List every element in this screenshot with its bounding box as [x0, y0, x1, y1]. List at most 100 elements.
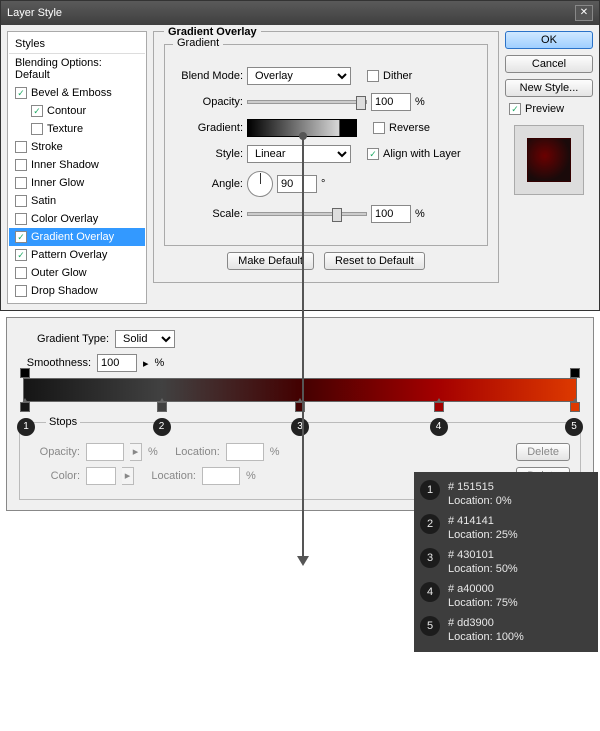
- align-label: Align with Layer: [383, 148, 461, 160]
- scale-label: Scale:: [175, 208, 243, 220]
- angle-label: Angle:: [175, 178, 243, 190]
- checkbox[interactable]: [15, 195, 27, 207]
- new-style-button[interactable]: New Style...: [505, 79, 593, 97]
- stop-number: 1: [420, 480, 440, 500]
- stop-marker: 2: [153, 418, 171, 436]
- sidebar-item-inner-shadow[interactable]: Inner Shadow: [9, 156, 145, 174]
- color-stop[interactable]: [20, 402, 30, 412]
- opacity-stop[interactable]: [20, 368, 30, 378]
- stepper-icon[interactable]: ▸: [122, 467, 134, 485]
- align-checkbox[interactable]: [367, 148, 379, 160]
- checkbox[interactable]: [15, 213, 27, 225]
- color-stop[interactable]: [157, 402, 167, 412]
- checkbox[interactable]: [31, 123, 43, 135]
- checkbox[interactable]: [31, 105, 43, 117]
- sidebar-item-pattern-overlay[interactable]: Pattern Overlay: [9, 246, 145, 264]
- checkbox[interactable]: [15, 267, 27, 279]
- layer-style-dialog: Layer Style ✕ Styles Blending Options: D…: [0, 0, 600, 311]
- checkbox[interactable]: [15, 87, 27, 99]
- stop-marker: 3: [291, 418, 309, 436]
- sidebar-item-gradient-overlay[interactable]: Gradient Overlay: [9, 228, 145, 246]
- scale-input[interactable]: [371, 205, 411, 223]
- smoothness-input[interactable]: [97, 354, 137, 372]
- color-stop[interactable]: [570, 402, 580, 412]
- checkbox[interactable]: [15, 159, 27, 171]
- dialog-buttons: OK Cancel New Style... Preview: [505, 31, 593, 304]
- styles-sidebar: Styles Blending Options: Default Bevel &…: [7, 31, 147, 304]
- sidebar-item-label: Bevel & Emboss: [31, 87, 112, 99]
- preview-checkbox[interactable]: [509, 103, 521, 115]
- smoothness-stepper[interactable]: ▸: [143, 357, 149, 370]
- ok-button[interactable]: OK: [505, 31, 593, 49]
- opacity-label: Opacity:: [175, 96, 243, 108]
- reverse-checkbox[interactable]: [373, 122, 385, 134]
- sidebar-item-label: Gradient Overlay: [31, 231, 114, 243]
- stop-text: # a40000Location: 75%: [448, 582, 518, 610]
- color-stop[interactable]: [434, 402, 444, 412]
- gradient-bar[interactable]: 1 2 3 4 5: [23, 378, 577, 402]
- sidebar-item-satin[interactable]: Satin: [9, 192, 145, 210]
- sidebar-item-drop-shadow[interactable]: Drop Shadow: [9, 282, 145, 300]
- cancel-button[interactable]: Cancel: [505, 55, 593, 73]
- sidebar-item-label: Texture: [47, 123, 83, 135]
- sidebar-item-label: Inner Shadow: [31, 159, 99, 171]
- stop-opacity-input[interactable]: [86, 443, 124, 461]
- sidebar-item-label: Satin: [31, 195, 56, 207]
- stop-location-input[interactable]: [226, 443, 264, 461]
- stop-info-row: 1# 151515Location: 0%: [420, 477, 592, 511]
- preview-label: Preview: [525, 103, 564, 115]
- reset-default-button[interactable]: Reset to Default: [324, 252, 425, 270]
- delete-opacity-stop-button[interactable]: Delete: [516, 443, 570, 461]
- stop-info-row: 4# a40000Location: 75%: [420, 579, 592, 613]
- opacity-stop[interactable]: [570, 368, 580, 378]
- sidebar-item-label: Contour: [47, 105, 86, 117]
- make-default-button[interactable]: Make Default: [227, 252, 314, 270]
- blend-mode-select[interactable]: Overlay: [247, 67, 351, 85]
- sidebar-item-inner-glow[interactable]: Inner Glow: [9, 174, 145, 192]
- sidebar-item-stroke[interactable]: Stroke: [9, 138, 145, 156]
- stepper-icon[interactable]: ▸: [130, 443, 142, 461]
- dither-checkbox[interactable]: [367, 70, 379, 82]
- stop-number: 5: [420, 616, 440, 636]
- stop-info-row: 3 # 430101Location: 50%: [420, 545, 592, 579]
- opacity-input[interactable]: [371, 93, 411, 111]
- stop-color-swatch[interactable]: [86, 467, 116, 485]
- style-select[interactable]: Linear: [247, 145, 351, 163]
- checkbox[interactable]: [15, 249, 27, 261]
- stop-text: # 414141Location: 25%: [448, 514, 518, 542]
- close-icon[interactable]: ✕: [575, 5, 593, 21]
- stop-marker: 4: [430, 418, 448, 436]
- blend-mode-label: Blend Mode:: [175, 70, 243, 82]
- sidebar-item-contour[interactable]: Contour: [9, 102, 145, 120]
- scale-slider[interactable]: [247, 212, 367, 216]
- gradient-type-select[interactable]: Solid: [115, 330, 175, 348]
- group-title: Gradient: [173, 37, 223, 49]
- stop-text: # dd3900Location: 100%: [448, 616, 524, 644]
- sidebar-item-label: Pattern Overlay: [31, 249, 107, 261]
- preview-swatch: [514, 125, 584, 195]
- stop-location-input[interactable]: [202, 467, 240, 485]
- sidebar-header[interactable]: Styles: [9, 35, 145, 53]
- sidebar-item-texture[interactable]: Texture: [9, 120, 145, 138]
- stop-info-overlay: 1# 151515Location: 0%2# 414141Location: …: [414, 472, 598, 652]
- sidebar-item-color-overlay[interactable]: Color Overlay: [9, 210, 145, 228]
- titlebar: Layer Style ✕: [1, 1, 599, 25]
- stop-location-label: Location:: [140, 470, 196, 482]
- checkbox[interactable]: [15, 231, 27, 243]
- style-label: Style:: [175, 148, 243, 160]
- checkbox[interactable]: [15, 177, 27, 189]
- stop-info-row: 2# 414141Location: 25%: [420, 511, 592, 545]
- checkbox[interactable]: [15, 285, 27, 297]
- checkbox[interactable]: [15, 141, 27, 153]
- stop-info-row: 5 # dd3900Location: 100%: [420, 613, 592, 647]
- sidebar-item-bevel-emboss[interactable]: Bevel & Emboss: [9, 84, 145, 102]
- angle-input[interactable]: [277, 175, 317, 193]
- opacity-slider[interactable]: [247, 100, 367, 104]
- stop-text: # 430101Location: 50%: [448, 548, 518, 576]
- sidebar-item-outer-glow[interactable]: Outer Glow: [9, 264, 145, 282]
- gradient-type-label: Gradient Type:: [19, 333, 109, 345]
- angle-dial[interactable]: [247, 171, 273, 197]
- stop-number: 3: [420, 548, 440, 568]
- dither-label: Dither: [383, 70, 412, 82]
- blending-options[interactable]: Blending Options: Default: [9, 53, 145, 84]
